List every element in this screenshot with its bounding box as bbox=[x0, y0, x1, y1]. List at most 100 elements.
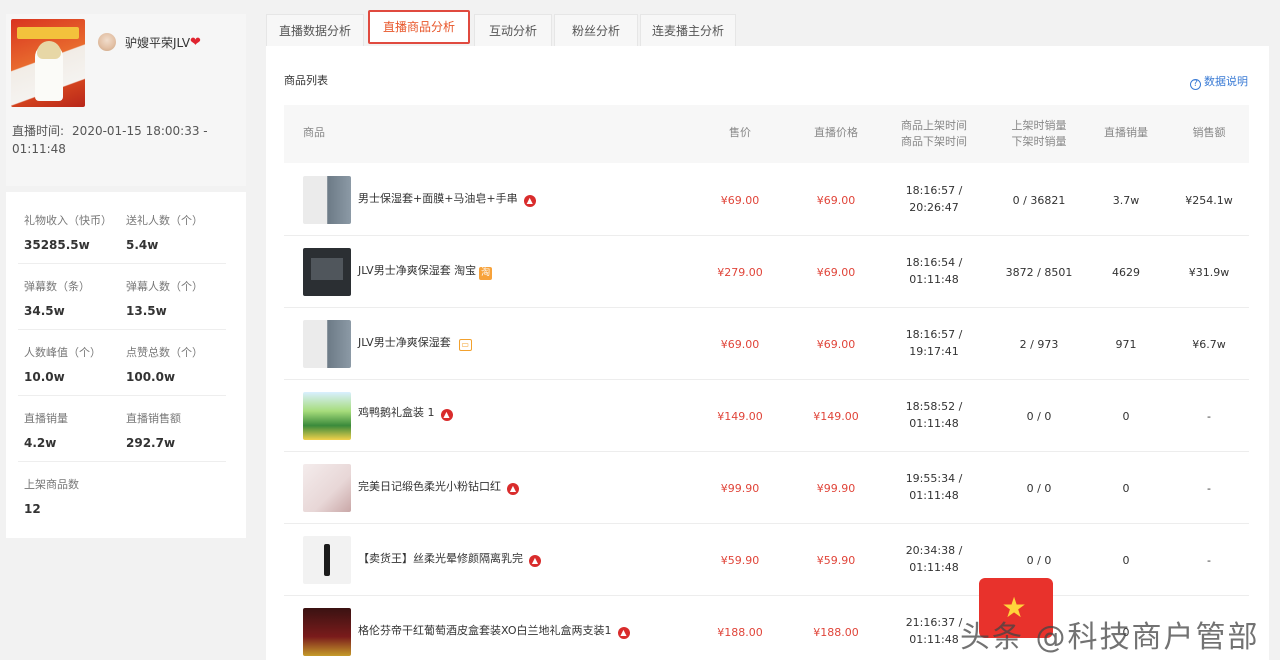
col-time-off: 商品下架时间 bbox=[901, 135, 967, 148]
product-thumbnail[interactable] bbox=[303, 248, 351, 296]
time-off: 19:17:41 bbox=[909, 345, 959, 358]
section-title: 商品列表 bbox=[284, 74, 328, 87]
listing-sales: 0 / 0 bbox=[1026, 410, 1052, 423]
product-name[interactable]: JLV男士净爽保湿套 淘宝淘 bbox=[358, 262, 493, 280]
price: ¥69.00 bbox=[720, 338, 760, 351]
stat-label: 礼物收入（快币） bbox=[24, 214, 112, 227]
product-thumbnail[interactable] bbox=[303, 392, 351, 440]
live-price: ¥149.00 bbox=[813, 410, 859, 423]
product-name[interactable]: 鸡鸭鹅礼盒装 1 ▲ bbox=[358, 404, 453, 421]
tab-live-data-analysis[interactable]: 直播数据分析 bbox=[266, 14, 364, 46]
tab-co-host-analysis[interactable]: 连麦播主分析 bbox=[640, 14, 736, 46]
stat-value: 13.5w bbox=[126, 304, 167, 318]
fire-icon: ▲ bbox=[523, 195, 536, 207]
table-row[interactable]: 鸡鸭鹅礼盒装 1 ▲ ¥149.00 ¥149.00 18:58:52 / 01:1… bbox=[284, 380, 1249, 452]
live-sales: 971 bbox=[1115, 338, 1137, 351]
product-thumbnail[interactable] bbox=[303, 464, 351, 512]
col-price: 售价 bbox=[729, 126, 751, 139]
divider bbox=[18, 461, 226, 462]
product-name[interactable]: 【卖货王】丝柔光晕修颜隔离乳完 ▲ bbox=[358, 550, 541, 567]
col-revenue: 销售额 bbox=[1192, 126, 1226, 139]
heart-icon: ❤ bbox=[190, 35, 201, 50]
fire-icon: ▲ bbox=[617, 627, 630, 639]
stat-label: 点赞总数（个） bbox=[126, 346, 203, 359]
stat-value: 10.0w bbox=[24, 370, 65, 384]
product-name-text: 【卖货王】丝柔光晕修颜隔离乳完 bbox=[358, 552, 523, 565]
revenue: ¥31.9w bbox=[1188, 266, 1230, 279]
anchor-name[interactable]: 驴嫂平荣JLV bbox=[125, 34, 190, 51]
tab-live-product-analysis[interactable]: 直播商品分析 bbox=[368, 10, 470, 44]
table-row[interactable]: 【卖货王】丝柔光晕修颜隔离乳完 ▲ ¥59.90 ¥59.90 20:34:38 … bbox=[284, 524, 1249, 596]
stat-danmaku-users: 弹幕人数（个） 13.5w bbox=[126, 278, 203, 318]
product-thumbnail[interactable] bbox=[303, 608, 351, 656]
stat-value: 34.5w bbox=[24, 304, 65, 318]
time-off: 20:26:47 bbox=[909, 201, 959, 214]
col-time-on: 商品上架时间 bbox=[901, 119, 967, 132]
product-name-text: 格伦芬帝干红葡萄酒皮盒套装XO白兰地礼盒两支装1 bbox=[358, 624, 612, 637]
price: ¥59.90 bbox=[720, 554, 760, 567]
col-live-price: 直播价格 bbox=[814, 126, 858, 139]
listing-time: 18:16:54 / 01:11:48 bbox=[889, 254, 979, 288]
avatar[interactable] bbox=[98, 33, 116, 51]
stat-label: 人数峰值（个） bbox=[24, 346, 101, 359]
table-row[interactable]: 男士保湿套+面膜+马油皂+手串 ▲ ¥69.00 ¥69.00 18:16:57 … bbox=[284, 164, 1249, 236]
time-off: 01:11:48 bbox=[909, 561, 959, 574]
live-cover-image[interactable] bbox=[11, 19, 85, 107]
divider bbox=[18, 263, 226, 264]
time-on: 19:55:34 / bbox=[905, 472, 963, 485]
listing-sales: 3872 / 8501 bbox=[1005, 266, 1073, 279]
stat-label: 弹幕人数（个） bbox=[126, 280, 203, 293]
tab-fan-analysis[interactable]: 粉丝分析 bbox=[554, 14, 638, 46]
product-thumbnail[interactable] bbox=[303, 176, 351, 224]
product-name[interactable]: JLV男士净爽保湿套 ▭ bbox=[358, 334, 472, 351]
stat-value: 100.0w bbox=[126, 370, 176, 384]
col-sales-on: 上架时销量 bbox=[1011, 119, 1067, 132]
stat-value: 292.7w bbox=[126, 436, 176, 450]
col-sales-off: 下架时销量 bbox=[1011, 135, 1067, 148]
product-name-text: JLV男士净爽保湿套 bbox=[358, 336, 451, 349]
stat-gift-senders: 送礼人数（个） 5.4w bbox=[126, 212, 203, 252]
fire-icon: ▲ bbox=[507, 483, 519, 495]
stat-label: 送礼人数（个） bbox=[126, 214, 203, 227]
col-sales: 上架时销量 下架时销量 bbox=[999, 118, 1079, 150]
divider bbox=[18, 329, 226, 330]
listing-time: 19:55:34 / 01:11:48 bbox=[889, 470, 979, 504]
stat-value: 12 bbox=[24, 502, 41, 516]
stat-live-sales: 直播销量 4.2w bbox=[24, 410, 68, 450]
stat-label: 直播销售额 bbox=[126, 412, 181, 425]
question-circle-icon: ? bbox=[1190, 79, 1201, 90]
table-row[interactable]: JLV男士净爽保湿套 ▭ ¥69.00 ¥69.00 18:16:57 / 19:1… bbox=[284, 308, 1249, 380]
tab-interaction-analysis[interactable]: 互动分析 bbox=[474, 14, 552, 46]
time-on: 18:16:57 / bbox=[905, 184, 963, 197]
stat-value: 4.2w bbox=[24, 436, 57, 450]
time-off: 01:11:48 bbox=[909, 417, 959, 430]
product-name-text: JLV男士净爽保湿套 淘宝 bbox=[358, 264, 477, 277]
price: ¥69.00 bbox=[720, 194, 760, 207]
col-time: 商品上架时间 商品下架时间 bbox=[889, 118, 979, 150]
col-live-sales: 直播销量 bbox=[1104, 126, 1148, 139]
data-help-label: 数据说明 bbox=[1204, 75, 1248, 88]
stat-gift-income: 礼物收入（快币） 35285.5w bbox=[24, 212, 112, 252]
product-name[interactable]: 男士保湿套+面膜+马油皂+手串 ▲ bbox=[358, 190, 536, 207]
watermark-text: 头条 @科技商户管部 bbox=[960, 620, 1260, 655]
table-row[interactable]: JLV男士净爽保湿套 淘宝淘 ¥279.00 ¥69.00 18:16:54 /… bbox=[284, 236, 1249, 308]
data-help-link[interactable]: ? 数据说明 bbox=[1190, 73, 1248, 90]
product-name[interactable]: 完美日记缎色柔光小粉钻口红 ▲ bbox=[358, 478, 519, 495]
product-thumbnail[interactable] bbox=[303, 536, 351, 584]
stat-danmaku-count: 弹幕数（条） 34.5w bbox=[24, 278, 90, 318]
live-price: ¥69.00 bbox=[816, 338, 856, 351]
stat-label: 直播销量 bbox=[24, 412, 68, 425]
product-name-text: 男士保湿套+面膜+马油皂+手串 bbox=[358, 192, 518, 205]
time-off: 01:11:48 bbox=[909, 489, 959, 502]
time-off: 01:11:48 bbox=[909, 273, 959, 286]
time-on: 18:16:54 / bbox=[905, 256, 963, 269]
live-sales: 0 bbox=[1122, 554, 1130, 567]
product-thumbnail[interactable] bbox=[303, 320, 351, 368]
revenue: ¥6.7w bbox=[1192, 338, 1226, 351]
time-on: 18:16:57 / bbox=[905, 328, 963, 341]
table-row[interactable]: 完美日记缎色柔光小粉钻口红 ▲ ¥99.90 ¥99.90 19:55:34 / 0… bbox=[284, 452, 1249, 524]
revenue: - bbox=[1207, 554, 1211, 567]
product-name[interactable]: 格伦芬帝干红葡萄酒皮盒套装XO白兰地礼盒两支装1 ▲ bbox=[358, 622, 630, 639]
live-price: ¥59.90 bbox=[816, 554, 856, 567]
price: ¥188.00 bbox=[717, 626, 763, 639]
